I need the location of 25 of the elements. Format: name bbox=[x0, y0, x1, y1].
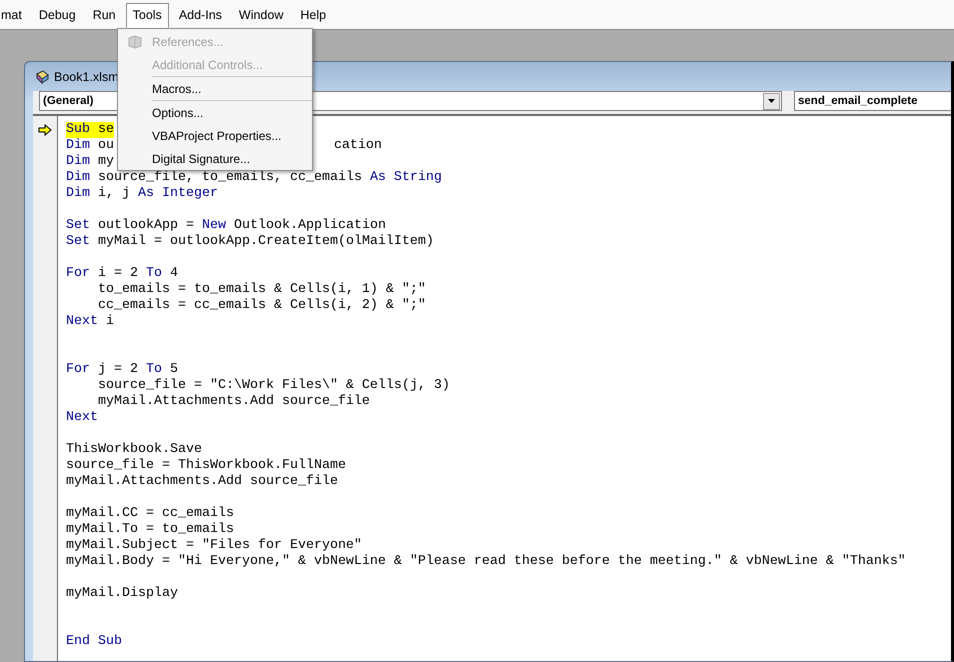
code-line: For i = 2 To 4 bbox=[66, 266, 178, 282]
code-line: source_file = "C:\Work Files\" & Cells(j, 3) bbox=[96, 378, 450, 394]
code-line: myMail.Subject = "Files for Everyone" bbox=[66, 538, 362, 554]
code-line: Dim i, j As Integer bbox=[66, 186, 218, 202]
code-line: Dim ou bbox=[66, 138, 114, 154]
code-line: Set outlookApp = New Outlook.Application bbox=[66, 218, 386, 234]
window-title: Book1.xlsm bbox=[54, 70, 119, 84]
code-line: myMail.Attachments.Add source_file bbox=[96, 394, 370, 410]
code-line: myMail.To = to_emails bbox=[66, 522, 234, 538]
code-line: myMail.Attachments.Add source_file bbox=[66, 474, 338, 490]
code-line: Dim source_file, to_emails, cc_emails As String bbox=[66, 170, 442, 186]
code-line: source_file = ThisWorkbook.FullName bbox=[66, 458, 346, 474]
code-line: to_emails = to_emails & Cells(i, 1) & ";" bbox=[96, 282, 426, 298]
code-line: For j = 2 To 5 bbox=[66, 362, 178, 378]
code-line: cc_emails = cc_emails & Cells(i, 2) & ";" bbox=[96, 298, 426, 314]
code-line: myMail.Body = "Hi Everyone," & vbNewLine & "Please read these before the meeting." & vbNewLine & "Thanks" bbox=[66, 554, 906, 570]
code-line: ThisWorkbook.Save bbox=[66, 442, 202, 458]
code-line: Next bbox=[66, 410, 98, 426]
code-line: myMail.CC = cc_emails bbox=[66, 506, 234, 522]
code-line: myMail.Display bbox=[66, 586, 178, 602]
code-line: cation bbox=[334, 138, 382, 154]
code-line: End Sub bbox=[66, 634, 122, 650]
code-line: Set myMail = outlookApp.CreateItem(olMailItem) bbox=[66, 234, 434, 250]
code-line: Next i bbox=[66, 314, 114, 330]
code-line: Dim my bbox=[66, 154, 114, 170]
